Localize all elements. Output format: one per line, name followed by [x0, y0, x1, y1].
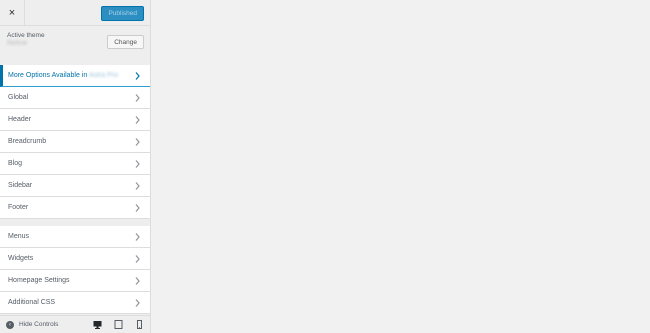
chevron-right-icon [132, 276, 142, 285]
active-theme-name: Refine [7, 40, 28, 47]
active-theme-label: Active theme [7, 32, 45, 39]
customizer-header: × Published [0, 0, 150, 26]
section-item-sidebar[interactable]: Sidebar [0, 175, 150, 197]
chevron-right-icon [132, 115, 142, 124]
tablet-icon[interactable] [114, 320, 123, 329]
chevron-right-icon [132, 159, 142, 168]
section-item-breadcrumb[interactable]: Breadcrumb [0, 131, 150, 153]
promo-section: More Options Available in Astra Pro [0, 65, 150, 87]
hide-controls-button[interactable]: ‹ Hide Controls [0, 320, 59, 329]
section-item-label: Additional CSS [8, 299, 56, 306]
chevron-right-icon [132, 232, 142, 241]
section-item-additional-css[interactable]: Additional CSS [0, 292, 150, 314]
product-name: Astra Pro [88, 72, 118, 79]
section-item-blog[interactable]: Blog [0, 153, 150, 175]
section-item-label: Header [8, 116, 31, 123]
section-item-label: Widgets [8, 255, 34, 262]
close-customizer-button[interactable]: × [0, 0, 25, 26]
section-item-label: Breadcrumb [8, 138, 47, 145]
section-item-label: Homepage Settings [8, 277, 70, 284]
primary-sections-list: Global Header Breadcrumb Blog Sidebar Footer [0, 87, 150, 219]
section-item-widgets[interactable]: Widgets [0, 248, 150, 270]
change-theme-button[interactable]: Change [107, 35, 144, 49]
chevron-right-icon [132, 93, 142, 102]
chevron-right-icon [132, 203, 142, 212]
section-item-label: Footer [8, 204, 29, 211]
mobile-icon[interactable] [135, 320, 144, 329]
chevron-right-icon [132, 298, 142, 307]
site-preview-area[interactable] [151, 0, 650, 333]
close-icon: × [8, 7, 16, 19]
section-item-footer[interactable]: Footer [0, 197, 150, 219]
section-item-header[interactable]: Header [0, 109, 150, 131]
section-item-label: Blog [8, 160, 23, 167]
customizer-sidebar: × Published Active theme Refine Change M… [0, 0, 151, 333]
section-item-global[interactable]: Global [0, 87, 150, 109]
chevron-right-icon [132, 181, 142, 190]
active-theme-panel: Active theme Refine Change [0, 27, 150, 57]
section-item-homepage-settings[interactable]: Homepage Settings [0, 270, 150, 292]
more-options-label: More Options Available in Astra Pro [8, 72, 118, 79]
section-item-label: Menus [8, 233, 30, 240]
section-item-label: Global [8, 94, 29, 101]
publish-button[interactable]: Published [101, 6, 144, 21]
more-options-text: More Options Available in [8, 72, 88, 79]
desktop-icon[interactable] [93, 320, 102, 329]
device-preview-buttons [93, 320, 144, 329]
more-options-link[interactable]: More Options Available in Astra Pro [0, 65, 150, 87]
secondary-sections-list: Menus Widgets Homepage Settings Additional … [0, 226, 150, 314]
chevron-right-icon [132, 254, 142, 263]
section-item-menus[interactable]: Menus [0, 226, 150, 248]
chevron-right-icon [132, 71, 142, 80]
hide-controls-label: Hide Controls [19, 321, 59, 328]
customizer-footer: ‹ Hide Controls [0, 315, 150, 333]
collapse-icon: ‹ [6, 320, 14, 329]
chevron-right-icon [132, 137, 142, 146]
section-item-label: Sidebar [8, 182, 33, 189]
